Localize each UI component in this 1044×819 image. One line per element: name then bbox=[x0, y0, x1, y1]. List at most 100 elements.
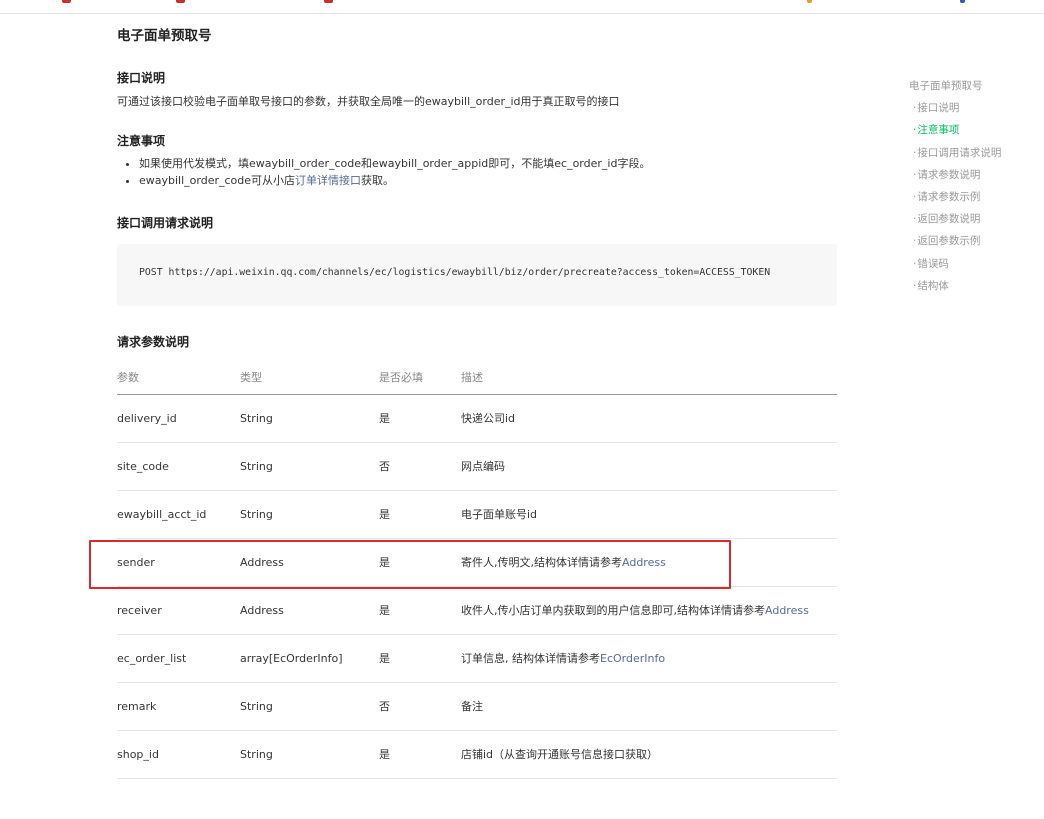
toc-item-label: 接口调用请求说明 bbox=[917, 146, 1002, 159]
param-desc: 店铺id（从查询开通账号信息接口获取） bbox=[461, 730, 837, 779]
table-row: sender Address 是 寄件人,传明文,结构体详情请参考Address bbox=[117, 538, 837, 587]
param-desc-text: 电子面单账号id bbox=[461, 508, 538, 521]
table-header-row: 参数 类型 是否必填 描述 bbox=[117, 360, 837, 395]
toc-item-params[interactable]: ·请求参数说明 bbox=[909, 167, 1039, 189]
param-desc: 网点编码 bbox=[461, 442, 837, 491]
param-type: String bbox=[240, 490, 379, 539]
param-desc-text: 收件人,传小店订单内获取到的用户信息即可,结构体详情请参考 bbox=[461, 604, 765, 617]
toc-item-desc[interactable]: ·接口说明 bbox=[909, 100, 1039, 122]
param-name: ewaybill_acct_id bbox=[117, 490, 240, 539]
table-row: delivery_id String 是 快递公司id bbox=[117, 394, 837, 443]
param-desc: 电子面单账号id bbox=[461, 490, 837, 539]
table-row: receiver Address 是 收件人,传小店订单内获取到的用户信息即可,… bbox=[117, 586, 837, 635]
param-name: shop_id bbox=[117, 730, 240, 779]
order-detail-link[interactable]: 订单详情接口 bbox=[295, 174, 361, 187]
column-header-desc: 描述 bbox=[461, 360, 837, 395]
toc-bullet: · bbox=[913, 146, 917, 159]
request-code: POST https://api.weixin.qq.com/channels/… bbox=[139, 267, 771, 278]
param-desc: 备注 bbox=[461, 682, 837, 731]
toc-bullet: · bbox=[913, 213, 917, 226]
toc-bullet: · bbox=[913, 124, 917, 137]
param-required: 否 bbox=[379, 682, 461, 731]
toc-item-request[interactable]: ·接口调用请求说明 bbox=[909, 145, 1039, 167]
toc-item-error-codes[interactable]: ·错误码 bbox=[909, 256, 1039, 278]
toc-item-label: 请求参数说明 bbox=[917, 168, 981, 181]
param-name: delivery_id bbox=[117, 394, 240, 443]
param-desc-text: 快递公司id bbox=[461, 412, 516, 425]
toc-item-structs[interactable]: ·结构体 bbox=[909, 278, 1039, 300]
toolbar-mark bbox=[62, 0, 71, 3]
toc-item-label: 请求参数示例 bbox=[917, 190, 981, 203]
param-required: 是 bbox=[379, 586, 461, 635]
param-desc-text: 店铺id（从查询开通账号信息接口获取） bbox=[461, 748, 659, 761]
ecorderinfo-struct-link[interactable]: EcOrderInfo bbox=[600, 652, 665, 665]
notes-item: 如果使用代发模式，填ewaybill_order_code和ewaybill_o… bbox=[139, 155, 837, 172]
toc-bullet: · bbox=[913, 190, 917, 203]
param-name: remark bbox=[117, 682, 240, 731]
section-heading-desc: 接口说明 bbox=[117, 71, 166, 85]
address-struct-link[interactable]: Address bbox=[765, 604, 809, 617]
toc-item-label: 返回参数说明 bbox=[917, 213, 981, 226]
param-desc-text: 寄件人,传明文,结构体详情请参考 bbox=[461, 556, 622, 569]
table-row: ec_order_list array[EcOrderInfo] 是 订单信息,… bbox=[117, 634, 837, 683]
param-desc-text: 网点编码 bbox=[461, 460, 505, 473]
table-row: remark String 否 备注 bbox=[117, 682, 837, 731]
param-desc-text: 备注 bbox=[461, 700, 483, 713]
param-required: 否 bbox=[379, 442, 461, 491]
param-required: 是 bbox=[379, 730, 461, 779]
param-desc-text: 订单信息, 结构体详情请参考 bbox=[461, 652, 600, 665]
notes-item-text: 获取。 bbox=[361, 174, 395, 187]
toc-root-link[interactable]: 电子面单预取号 bbox=[909, 78, 1039, 100]
param-type: String bbox=[240, 682, 379, 731]
toc-bullet: · bbox=[913, 102, 917, 115]
param-type: String bbox=[240, 442, 379, 491]
param-required: 是 bbox=[379, 394, 461, 443]
toc-item-label: 结构体 bbox=[917, 279, 949, 292]
param-type: String bbox=[240, 394, 379, 443]
notes-item-text: 如果使用代发模式，填ewaybill_order_code和ewaybill_o… bbox=[139, 157, 651, 170]
table-row: shop_id String 是 店铺id（从查询开通账号信息接口获取） bbox=[117, 730, 837, 779]
column-header-type: 类型 bbox=[240, 360, 379, 395]
param-type: String bbox=[240, 730, 379, 779]
notes-item: ewaybill_order_code可从小店订单详情接口获取。 bbox=[139, 172, 837, 189]
section-heading-notes: 注意事项 bbox=[117, 134, 166, 148]
top-toolbar-strip bbox=[0, 0, 1044, 14]
toolbar-mark bbox=[960, 0, 965, 3]
request-code-block: POST https://api.weixin.qq.com/channels/… bbox=[117, 244, 837, 306]
param-desc: 订单信息, 结构体详情请参考EcOrderInfo bbox=[461, 634, 837, 683]
toolbar-mark bbox=[807, 0, 812, 3]
toolbar-mark bbox=[176, 0, 185, 3]
doc-content: 电子面单预取号 接口说明 可通过该接口校验电子面单取号接口的参数，并获取全局唯一… bbox=[117, 26, 837, 779]
column-header-required: 是否必填 bbox=[379, 360, 461, 395]
toc-item-notes[interactable]: ·注意事项 bbox=[909, 122, 1039, 144]
section-heading-request: 接口调用请求说明 bbox=[117, 216, 214, 230]
param-desc: 快递公司id bbox=[461, 394, 837, 443]
param-name: site_code bbox=[117, 442, 240, 491]
param-required: 是 bbox=[379, 490, 461, 539]
param-type: Address bbox=[240, 586, 379, 635]
section-heading-params: 请求参数说明 bbox=[117, 335, 190, 349]
param-desc: 收件人,传小店订单内获取到的用户信息即可,结构体详情请参考Address bbox=[461, 586, 837, 635]
toolbar-mark bbox=[324, 0, 333, 3]
param-type: Address bbox=[240, 538, 379, 587]
toc-item-params-example[interactable]: ·请求参数示例 bbox=[909, 189, 1039, 211]
param-required: 是 bbox=[379, 538, 461, 587]
param-type: array[EcOrderInfo] bbox=[240, 634, 379, 683]
table-row: site_code String 否 网点编码 bbox=[117, 442, 837, 491]
address-struct-link[interactable]: Address bbox=[622, 556, 666, 569]
desc-text: 可通过该接口校验电子面单取号接口的参数，并获取全局唯一的ewaybill_ord… bbox=[117, 95, 620, 108]
table-row: ewaybill_acct_id String 是 电子面单账号id bbox=[117, 490, 837, 539]
param-name: ec_order_list bbox=[117, 634, 240, 683]
toc-bullet: · bbox=[913, 257, 917, 270]
table-of-contents: 电子面单预取号 ·接口说明 ·注意事项 ·接口调用请求说明 ·请求参数说明 ·请… bbox=[909, 78, 1039, 300]
toc-item-response[interactable]: ·返回参数说明 bbox=[909, 211, 1039, 233]
notes-list: 如果使用代发模式，填ewaybill_order_code和ewaybill_o… bbox=[117, 155, 837, 189]
params-table: 参数 类型 是否必填 描述 delivery_id String 是 快递公司i… bbox=[117, 360, 837, 779]
toc-item-label: 接口说明 bbox=[917, 102, 960, 115]
toc-item-label: 返回参数示例 bbox=[917, 235, 981, 248]
column-header-param: 参数 bbox=[117, 360, 240, 395]
toc-item-response-example[interactable]: ·返回参数示例 bbox=[909, 233, 1039, 255]
toc-bullet: · bbox=[913, 168, 917, 181]
param-required: 是 bbox=[379, 634, 461, 683]
param-name: sender bbox=[117, 538, 240, 587]
